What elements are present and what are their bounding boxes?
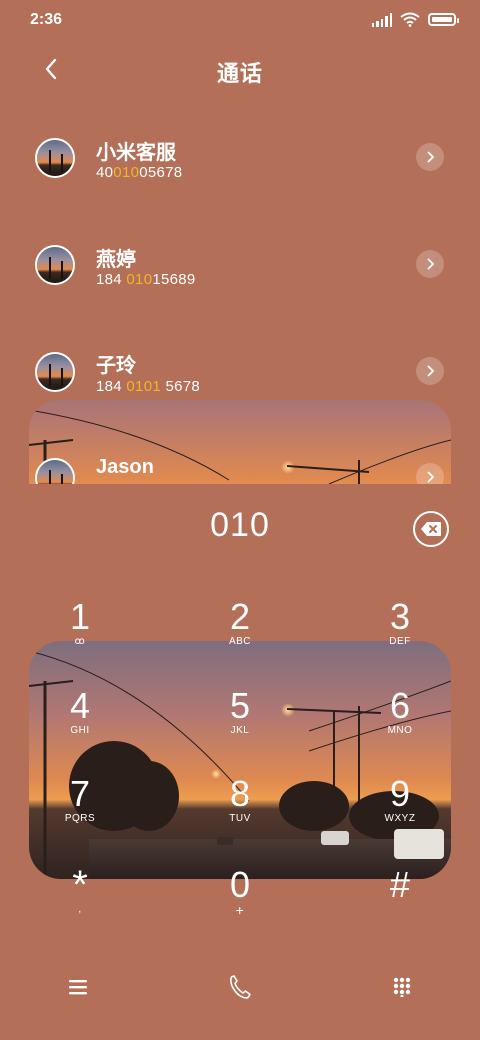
contact-details-button[interactable] — [416, 463, 444, 484]
chevron-right-icon — [427, 365, 435, 377]
key-7[interactable]: 7 PQRS — [30, 775, 130, 845]
key-star[interactable]: * , — [30, 865, 130, 936]
key-6[interactable]: 6 MNO — [350, 687, 450, 757]
wifi-icon — [400, 12, 420, 27]
avatar — [35, 458, 75, 484]
keypad-icon — [393, 977, 411, 997]
chevron-right-icon — [427, 151, 435, 163]
backspace-button[interactable] — [413, 511, 449, 547]
key-9[interactable]: 9 WXYZ — [350, 775, 450, 845]
key-1[interactable]: 1 ꝏ — [30, 598, 130, 668]
status-time: 2:36 — [30, 11, 63, 28]
contact-number: 4001005678 — [96, 164, 183, 181]
call-button[interactable] — [225, 972, 255, 1002]
avatar — [35, 245, 75, 285]
contact-name: 燕婷 — [96, 249, 136, 271]
page-title: 通话 — [216, 61, 263, 86]
contact-name: Jason — [96, 456, 154, 478]
key-3[interactable]: 3 DEF — [350, 598, 450, 668]
menu-icon — [69, 980, 87, 995]
chevron-right-icon — [427, 471, 435, 483]
avatar — [35, 138, 75, 178]
status-bar: 2:36 — [0, 0, 480, 40]
contact-details-button[interactable] — [416, 357, 444, 385]
key-8[interactable]: 8 TUV — [190, 775, 290, 845]
contact-item[interactable]: 小米客服 4001005678 — [0, 130, 480, 220]
contact-details-button[interactable] — [416, 143, 444, 171]
contact-name: 子玲 — [96, 355, 136, 377]
battery-icon — [428, 13, 459, 26]
key-5[interactable]: 5 JKL — [190, 687, 290, 757]
keypad-toggle-button[interactable] — [387, 972, 417, 1002]
signal-icon — [371, 12, 392, 27]
menu-button[interactable] — [63, 972, 93, 1002]
system-icons — [371, 12, 459, 27]
phone-icon — [230, 975, 251, 999]
contact-item[interactable]: 子玲 184 0101 5678 — [0, 344, 480, 434]
key-0[interactable]: 0 + — [190, 866, 290, 936]
key-2[interactable]: 2 ABC — [190, 598, 290, 668]
contact-number: 184 01015689 — [96, 271, 196, 288]
avatar — [35, 352, 75, 392]
key-hash[interactable]: # — [350, 866, 450, 936]
contact-item[interactable]: 燕婷 184 01015689 — [0, 237, 480, 327]
contact-number: 184 0101 5678 — [96, 378, 201, 395]
contact-name: 小米客服 — [96, 142, 176, 164]
key-4[interactable]: 4 GHI — [30, 687, 130, 757]
contact-item[interactable]: Jason — [0, 450, 480, 484]
dialed-number: 010 — [210, 506, 270, 544]
chevron-right-icon — [427, 258, 435, 270]
contact-details-button[interactable] — [416, 250, 444, 278]
backspace-icon — [421, 522, 441, 536]
